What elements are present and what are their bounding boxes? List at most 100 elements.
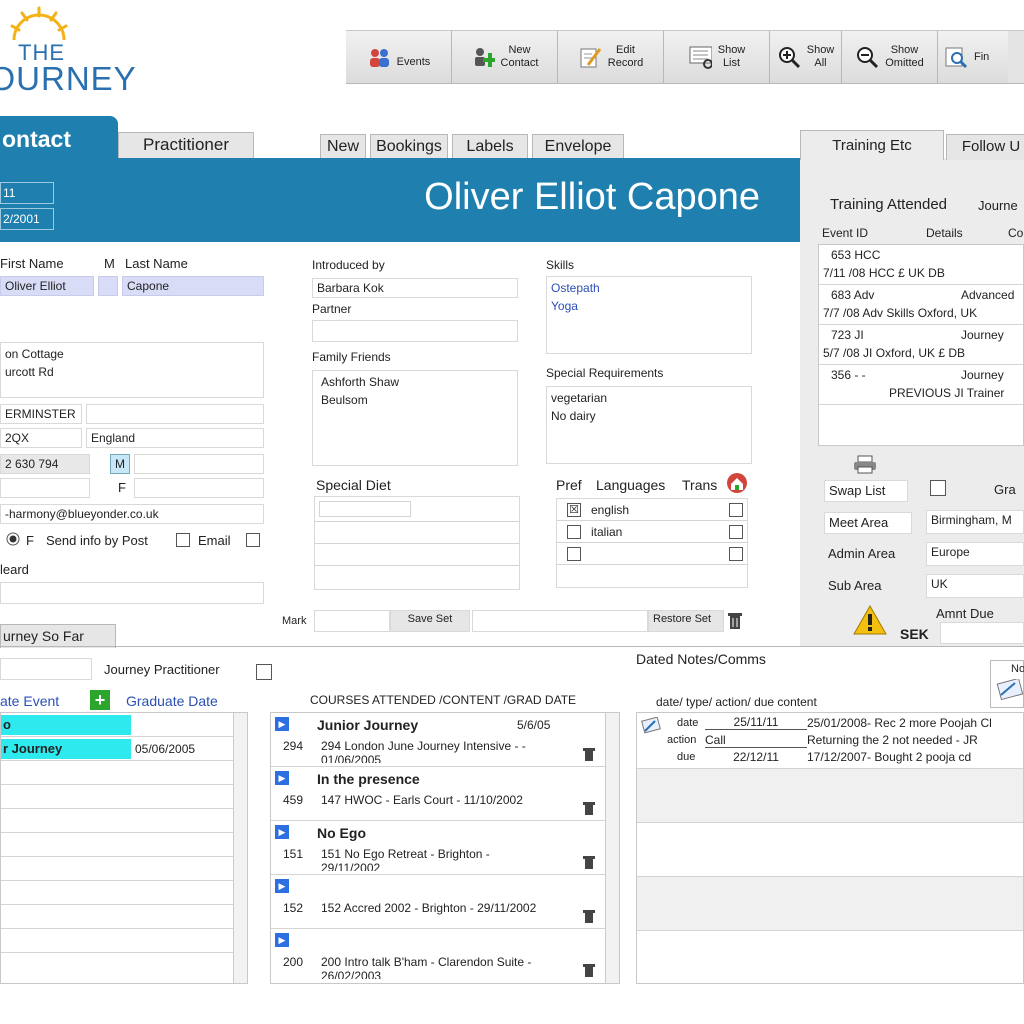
graduate-row[interactable]: r Journey 05/06/2005: [1, 737, 247, 761]
contact-id-field[interactable]: 11: [0, 182, 54, 204]
tab-journey-so-far[interactable]: urney So Far: [0, 624, 116, 648]
trans-checkbox[interactable]: [729, 547, 743, 561]
introduced-by-field[interactable]: Barbara Kok: [312, 278, 518, 298]
pref-checkbox[interactable]: [567, 525, 581, 539]
language-row[interactable]: italian: [557, 521, 747, 543]
mark-label: Mark: [282, 615, 307, 627]
tab-bookings[interactable]: Bookings: [370, 134, 448, 158]
postcode-field[interactable]: 2QX: [0, 428, 82, 448]
new-note-button[interactable]: No: [990, 660, 1024, 708]
training-list: 653 HCC 7/11 /08 HCC £ UK DB 683 Adv Adv…: [818, 244, 1024, 446]
family-friends-field[interactable]: Ashforth Shaw Beulsom: [312, 370, 518, 466]
admin-area-field[interactable]: Europe: [926, 542, 1024, 566]
show-all-button[interactable]: Show All: [770, 31, 842, 83]
language-row[interactable]: ☒ english: [557, 499, 747, 521]
mobile-field[interactable]: [134, 454, 264, 474]
go-arrow-icon[interactable]: ▶: [275, 879, 289, 893]
pref-checkbox[interactable]: [567, 547, 581, 561]
course-title: In the presence: [317, 771, 420, 787]
special-diet-field[interactable]: [314, 496, 520, 590]
journey-field[interactable]: [0, 658, 92, 680]
tab-contact[interactable]: ontact: [0, 116, 118, 160]
training-row[interactable]: 723 JI Journey 5/7 /08 JI Oxford, UK £ D…: [819, 325, 1023, 365]
go-arrow-icon[interactable]: ▶: [275, 825, 289, 839]
tab-follow-up[interactable]: Follow U: [946, 134, 1024, 160]
swap-checkbox[interactable]: [930, 480, 946, 496]
graduate-row[interactable]: o: [1, 713, 247, 737]
training-row[interactable]: 356 - - Journey PREVIOUS JI Trainer: [819, 365, 1023, 405]
go-arrow-icon[interactable]: ▶: [275, 933, 289, 947]
graduate-scrollbar[interactable]: [233, 713, 247, 983]
amount-due-field[interactable]: [940, 622, 1024, 644]
county-field[interactable]: [86, 404, 264, 424]
show-list-button[interactable]: Show List: [664, 31, 770, 83]
town-field[interactable]: ERMINSTER: [0, 404, 82, 424]
swap-list-button[interactable]: Swap List: [824, 480, 908, 502]
tab-labels[interactable]: Labels: [452, 134, 528, 158]
trash-icon[interactable]: [583, 747, 595, 761]
partner-field[interactable]: [312, 320, 518, 342]
gender-radio[interactable]: [6, 532, 20, 546]
mark-field[interactable]: [314, 610, 390, 632]
course-item[interactable]: ▶ In the presence 459 147 HWOC - Earls C…: [271, 767, 619, 821]
send-email-checkbox[interactable]: [246, 533, 260, 547]
tab-training-etc[interactable]: Training Etc: [800, 130, 944, 160]
course-item[interactable]: ▶ Junior Journey 5/6/05 294 294 London J…: [271, 713, 619, 767]
fax-number-field[interactable]: [134, 478, 264, 498]
trash-icon[interactable]: [583, 855, 595, 869]
address-field[interactable]: on Cottage urcott Rd: [0, 342, 264, 398]
country-field[interactable]: England: [86, 428, 264, 448]
trans-checkbox[interactable]: [729, 503, 743, 517]
training-row[interactable]: 653 HCC 7/11 /08 HCC £ UK DB: [819, 245, 1023, 285]
course-item[interactable]: ▶ 152 152 Accred 2002 - Brighton - 29/11…: [271, 875, 619, 929]
skills-field[interactable]: Ostepath Yoga: [546, 276, 752, 354]
new-contact-button[interactable]: New Contact: [452, 31, 558, 83]
go-arrow-icon[interactable]: ▶: [275, 771, 289, 785]
trash-icon[interactable]: [583, 963, 595, 977]
fax-field[interactable]: [0, 478, 90, 498]
restore-set-button[interactable]: Restore Set: [648, 610, 724, 632]
sub-area-field[interactable]: UK: [926, 574, 1024, 598]
meet-area-field[interactable]: Birmingham, M: [926, 510, 1024, 534]
note-row[interactable]: date 25/11/11 action Call due 22/12/11 2…: [637, 713, 1023, 769]
edit-record-button[interactable]: Edit Record: [558, 31, 664, 83]
course-item[interactable]: ▶ No Ego 151 151 No Ego Retreat - Bright…: [271, 821, 619, 875]
trash-icon[interactable]: [583, 909, 595, 923]
printer-icon[interactable]: [852, 454, 878, 474]
language-row[interactable]: [557, 543, 747, 565]
first-name-field[interactable]: Oliver Elliot: [0, 276, 94, 296]
graduate-event: r Journey: [1, 739, 131, 759]
training-row[interactable]: 683 Adv Advanced 7/7 /08 Adv Skills Oxfo…: [819, 285, 1023, 325]
language-name: italian: [591, 525, 623, 539]
go-arrow-icon[interactable]: ▶: [275, 717, 289, 731]
partner-label: Partner: [312, 302, 352, 316]
tab-new[interactable]: New: [320, 134, 366, 158]
trash-icon[interactable]: [728, 612, 742, 630]
people-icon: [367, 45, 391, 69]
middle-initial-field[interactable]: [98, 276, 118, 296]
last-name-field[interactable]: Capone: [122, 276, 264, 296]
show-list-label: Show List: [717, 44, 746, 69]
find-button[interactable]: Fin: [938, 31, 1008, 83]
contact-date-field[interactable]: 2/2001: [0, 208, 54, 230]
trans-checkbox[interactable]: [729, 525, 743, 539]
events-button[interactable]: Events: [346, 31, 452, 83]
pref-checkbox[interactable]: ☒: [567, 503, 581, 517]
course-item[interactable]: ▶ 200 200 Intro talk B'ham - Clarendon S…: [271, 929, 619, 983]
email-field[interactable]: -harmony@blueyonder.co.uk: [0, 504, 264, 524]
courses-scrollbar[interactable]: [605, 713, 619, 983]
heard-field[interactable]: [0, 582, 264, 604]
show-omitted-button[interactable]: Show Omitted: [842, 31, 938, 83]
special-requirements-field[interactable]: vegetarian No dairy: [546, 386, 752, 464]
phone-field[interactable]: 2 630 794: [0, 454, 90, 474]
send-post-checkbox[interactable]: [176, 533, 190, 547]
add-icon[interactable]: +: [90, 690, 110, 710]
language-name: english: [591, 503, 630, 517]
mobile-flag[interactable]: M: [110, 454, 130, 474]
trash-icon[interactable]: [583, 801, 595, 815]
tab-practitioner[interactable]: Practitioner: [118, 132, 254, 158]
tab-envelope[interactable]: Envelope: [532, 134, 624, 158]
journey-practitioner-checkbox[interactable]: [256, 664, 272, 680]
save-set-button[interactable]: Save Set: [390, 610, 470, 632]
set-field[interactable]: [472, 610, 648, 632]
